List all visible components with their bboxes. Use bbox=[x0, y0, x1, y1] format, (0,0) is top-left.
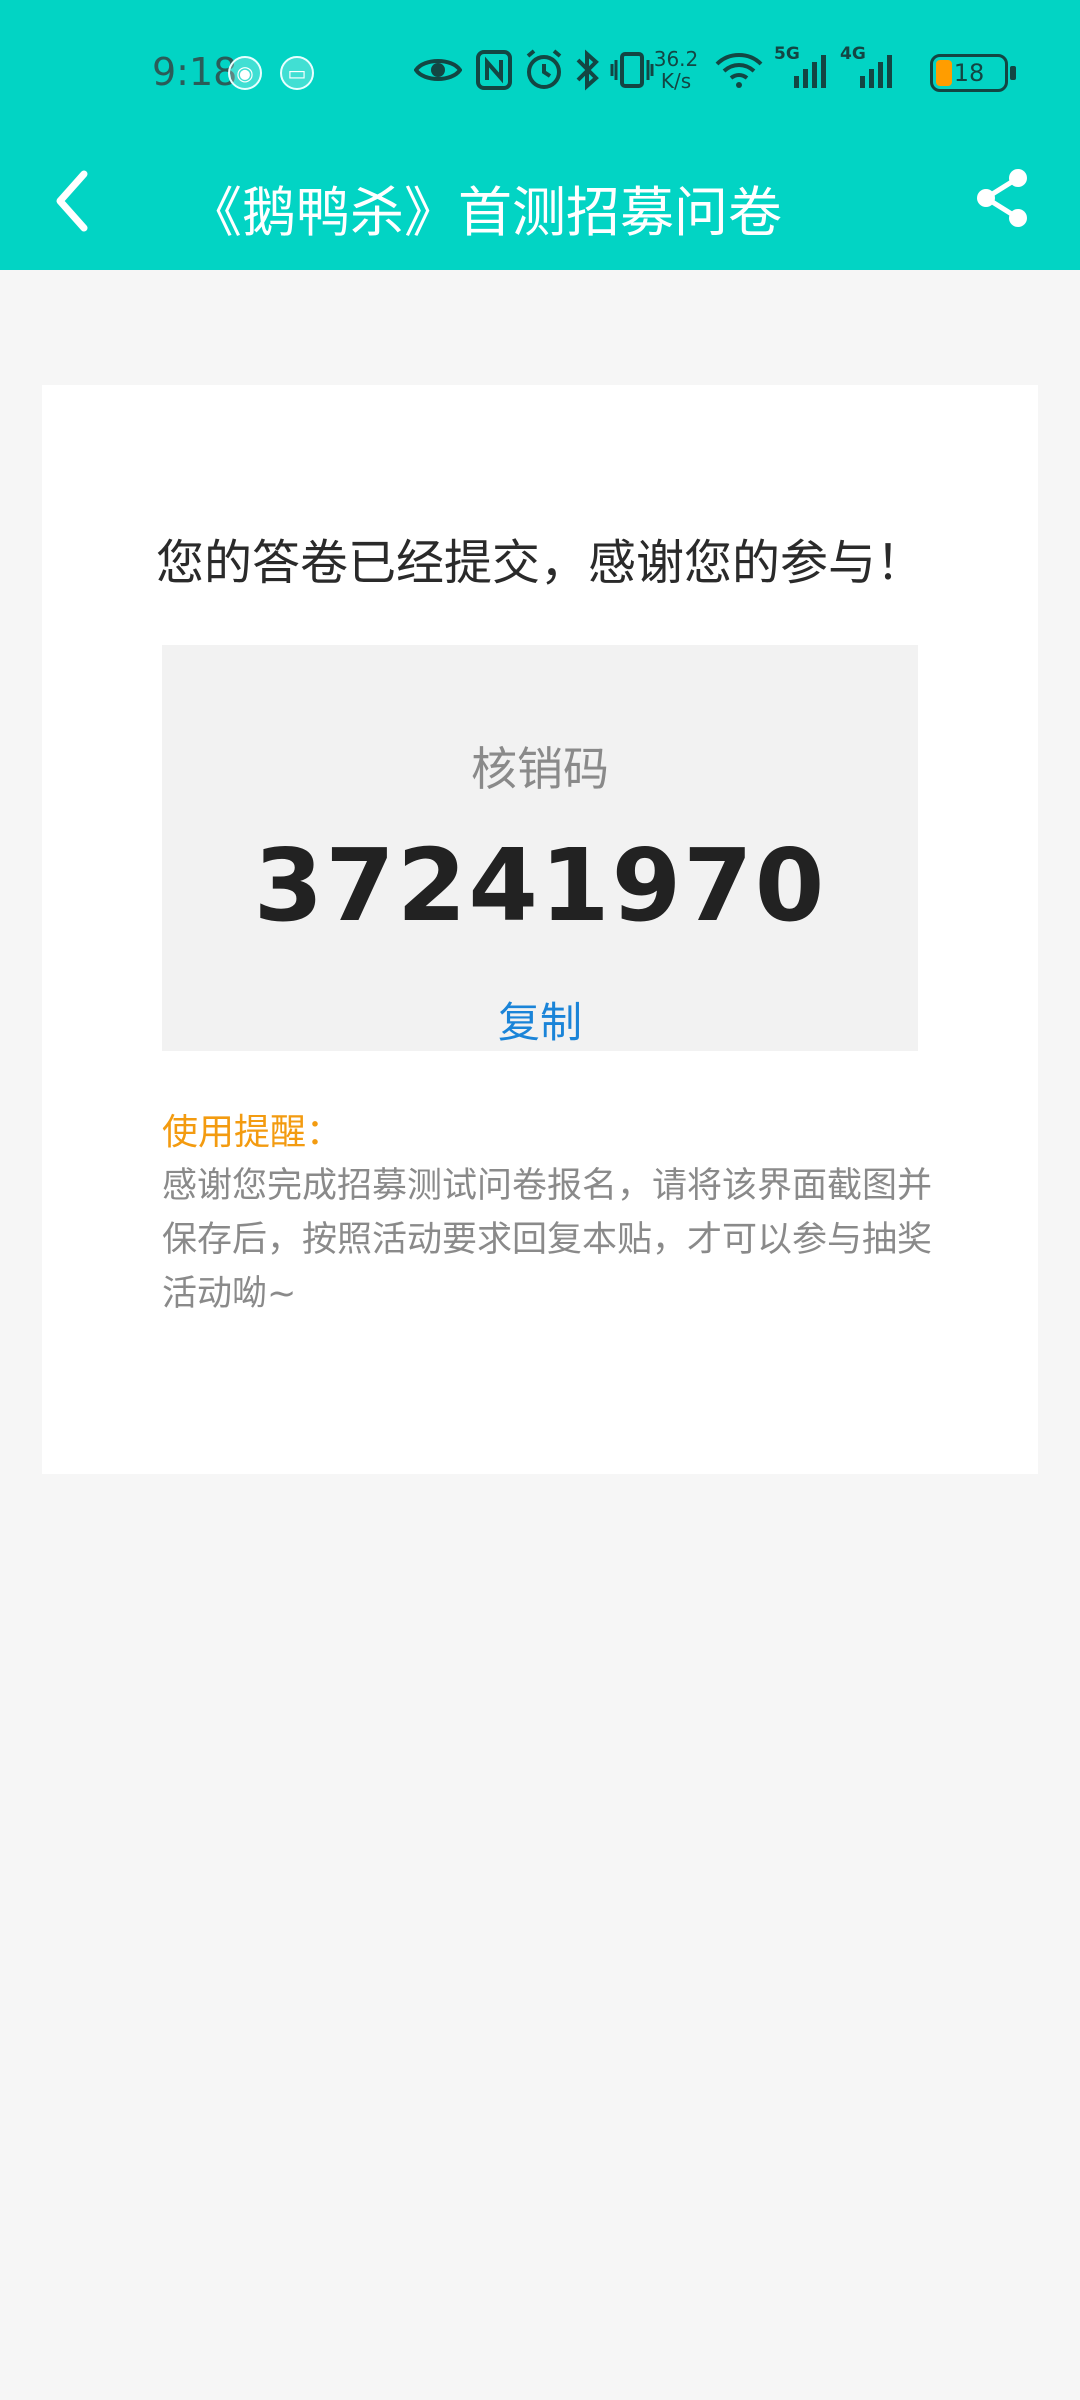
nav-bar: 《鹅鸭杀》首测招募问卷 bbox=[0, 140, 1080, 270]
signal-icon bbox=[794, 55, 826, 88]
result-card: 您的答卷已经提交，感谢您的参与！ 核销码 37241970 复制 使用提醒： 感… bbox=[42, 385, 1038, 1474]
signal-icon-2 bbox=[860, 55, 892, 88]
status-time: 9:18 bbox=[152, 50, 238, 94]
message-icon: ▭ bbox=[280, 56, 314, 90]
battery-level: 18 bbox=[953, 59, 985, 87]
network-speed-value: 36.2 bbox=[653, 47, 699, 71]
battery-icon: 18 bbox=[930, 54, 1008, 92]
app-header: 9:18 ◉ ▭ 36.2 K/s 5G 4G 18 《鹅鸭杀》首测招募问卷 bbox=[0, 0, 1080, 270]
alarm-icon bbox=[526, 49, 562, 89]
tip-title: 使用提醒： bbox=[162, 1112, 343, 1153]
nfc-icon bbox=[476, 50, 512, 90]
wechat-icon: ◉ bbox=[228, 56, 262, 90]
network-speed-unit: K/s bbox=[660, 69, 692, 93]
verification-code-box: 核销码 37241970 复制 bbox=[162, 645, 918, 1051]
page-title: 《鹅鸭杀》首测招募问卷 bbox=[188, 181, 782, 244]
bluetooth-icon bbox=[576, 49, 599, 91]
copy-button[interactable]: 复制 bbox=[162, 989, 918, 1050]
tip-text: 感谢您完成招募测试问卷报名，请将该界面截图并保存后，按照活动要求回复本贴，才可以… bbox=[162, 1166, 933, 1314]
wifi-icon bbox=[715, 53, 763, 88]
verification-code: 37241970 bbox=[253, 827, 827, 944]
battery-tip bbox=[1010, 66, 1016, 80]
eye-icon bbox=[414, 59, 462, 81]
submit-confirmation: 您的答卷已经提交，感谢您的参与！ bbox=[156, 535, 925, 591]
share-icon[interactable] bbox=[972, 166, 1032, 230]
network-speed: 36.2 K/s bbox=[648, 48, 704, 92]
code-label: 核销码 bbox=[471, 742, 609, 796]
status-bar: 9:18 ◉ ▭ 36.2 K/s 5G 4G 18 bbox=[0, 0, 1080, 140]
system-icons: 36.2 K/s 5G 4G 18 bbox=[380, 44, 1080, 100]
chevron-left-icon[interactable] bbox=[48, 166, 96, 236]
